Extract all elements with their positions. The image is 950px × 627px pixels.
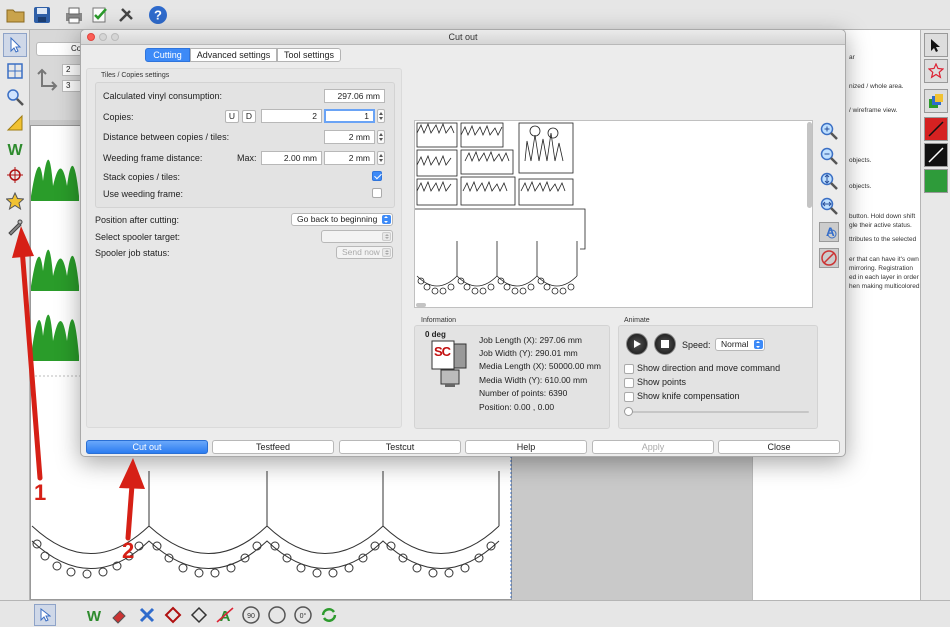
annotation-number-1: 1 xyxy=(34,480,47,505)
annotation-number-2: 2 xyxy=(122,538,135,563)
annotation-arrow-2 xyxy=(125,482,135,541)
annotation-arrowhead-1 xyxy=(12,226,34,258)
annotation-arrow-1 xyxy=(19,245,43,481)
annotation-arrowhead-2 xyxy=(119,458,145,489)
annotation-overlay xyxy=(12,226,145,541)
